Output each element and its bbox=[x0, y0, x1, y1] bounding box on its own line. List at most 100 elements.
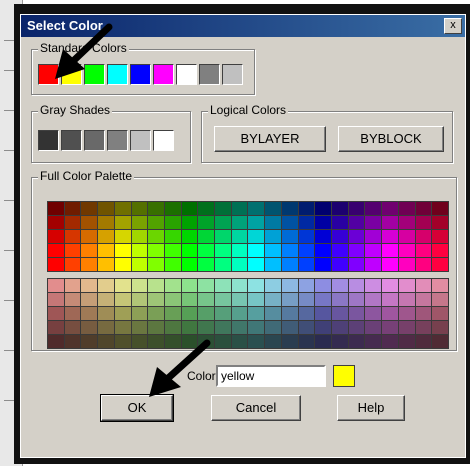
palette-cell[interactable] bbox=[382, 335, 398, 348]
palette-cell[interactable] bbox=[98, 216, 114, 229]
palette-cell[interactable] bbox=[181, 258, 198, 271]
palette-cell[interactable] bbox=[231, 244, 248, 257]
palette-cell[interactable] bbox=[281, 230, 298, 243]
palette-cell[interactable] bbox=[332, 230, 348, 243]
palette-cell[interactable] bbox=[114, 293, 131, 306]
palette-cell[interactable] bbox=[48, 335, 64, 348]
palette-cell[interactable] bbox=[382, 258, 398, 271]
palette-cell[interactable] bbox=[198, 258, 215, 271]
palette-cell[interactable] bbox=[48, 202, 64, 215]
palette-cell[interactable] bbox=[198, 216, 215, 229]
palette-cell[interactable] bbox=[215, 216, 231, 229]
palette-cell[interactable] bbox=[281, 258, 298, 271]
palette-cell[interactable] bbox=[231, 335, 248, 348]
palette-cell[interactable] bbox=[265, 230, 281, 243]
color-swatch[interactable] bbox=[38, 130, 59, 151]
palette-cell[interactable] bbox=[432, 307, 448, 320]
palette-cell[interactable] bbox=[382, 293, 398, 306]
help-button[interactable]: Help bbox=[337, 395, 405, 421]
palette-cell[interactable] bbox=[415, 293, 432, 306]
palette-cell[interactable] bbox=[48, 258, 64, 271]
close-button[interactable]: x bbox=[444, 18, 462, 34]
palette-cell[interactable] bbox=[348, 202, 365, 215]
palette-cell[interactable] bbox=[348, 293, 365, 306]
palette-cell[interactable] bbox=[181, 279, 198, 292]
palette-cell[interactable] bbox=[315, 216, 332, 229]
palette-cell[interactable] bbox=[382, 202, 398, 215]
palette-cell[interactable] bbox=[332, 307, 348, 320]
palette-cell[interactable] bbox=[64, 216, 81, 229]
palette-cell[interactable] bbox=[265, 307, 281, 320]
palette-cell[interactable] bbox=[332, 293, 348, 306]
palette-cell[interactable] bbox=[81, 258, 98, 271]
palette-cell[interactable] bbox=[281, 321, 298, 334]
palette-cell[interactable] bbox=[215, 279, 231, 292]
palette-cell[interactable] bbox=[164, 293, 181, 306]
palette-cell[interactable] bbox=[315, 202, 332, 215]
palette-cell[interactable] bbox=[81, 279, 98, 292]
palette-cell[interactable] bbox=[281, 279, 298, 292]
palette-cell[interactable] bbox=[365, 307, 382, 320]
palette-cell[interactable] bbox=[114, 279, 131, 292]
palette-cell[interactable] bbox=[181, 202, 198, 215]
palette-cell[interactable] bbox=[332, 216, 348, 229]
palette-cell[interactable] bbox=[415, 321, 432, 334]
palette-cell[interactable] bbox=[148, 202, 164, 215]
palette-cell[interactable] bbox=[348, 230, 365, 243]
palette-cell[interactable] bbox=[382, 244, 398, 257]
byblock-button[interactable]: BYBLOCK bbox=[338, 126, 444, 152]
palette-cell[interactable] bbox=[415, 335, 432, 348]
palette-cell[interactable] bbox=[415, 279, 432, 292]
palette-cell[interactable] bbox=[298, 216, 315, 229]
palette-cell[interactable] bbox=[315, 307, 332, 320]
palette-cell[interactable] bbox=[64, 279, 81, 292]
palette-cell[interactable] bbox=[114, 258, 131, 271]
palette-cell[interactable] bbox=[148, 321, 164, 334]
palette-cell[interactable] bbox=[315, 230, 332, 243]
palette-cell[interactable] bbox=[148, 279, 164, 292]
palette-cell[interactable] bbox=[114, 202, 131, 215]
palette-cell[interactable] bbox=[164, 202, 181, 215]
palette-cell[interactable] bbox=[265, 321, 281, 334]
palette-cell[interactable] bbox=[198, 202, 215, 215]
bylayer-button[interactable]: BYLAYER bbox=[214, 126, 326, 152]
palette-cell[interactable] bbox=[348, 216, 365, 229]
palette-cell[interactable] bbox=[198, 230, 215, 243]
palette-cell[interactable] bbox=[398, 335, 415, 348]
palette-cell[interactable] bbox=[348, 279, 365, 292]
palette-cell[interactable] bbox=[281, 307, 298, 320]
palette-cell[interactable] bbox=[415, 244, 432, 257]
palette-cell[interactable] bbox=[315, 293, 332, 306]
palette-cell[interactable] bbox=[265, 258, 281, 271]
palette-cell[interactable] bbox=[432, 244, 448, 257]
palette-cell[interactable] bbox=[114, 307, 131, 320]
palette-cell[interactable] bbox=[382, 279, 398, 292]
palette-cell[interactable] bbox=[215, 335, 231, 348]
palette-cell[interactable] bbox=[198, 244, 215, 257]
palette-cell[interactable] bbox=[248, 307, 265, 320]
palette-cell[interactable] bbox=[81, 216, 98, 229]
color-swatch[interactable] bbox=[199, 64, 220, 85]
palette-cell[interactable] bbox=[432, 279, 448, 292]
palette-cell[interactable] bbox=[48, 216, 64, 229]
palette-cell[interactable] bbox=[98, 293, 114, 306]
palette-cell[interactable] bbox=[64, 293, 81, 306]
palette-cell[interactable] bbox=[64, 321, 81, 334]
palette-cell[interactable] bbox=[81, 293, 98, 306]
palette-cell[interactable] bbox=[64, 335, 81, 348]
palette-cell[interactable] bbox=[131, 321, 148, 334]
palette-cell[interactable] bbox=[114, 216, 131, 229]
palette-cell[interactable] bbox=[298, 230, 315, 243]
palette-cell[interactable] bbox=[81, 202, 98, 215]
palette-cell[interactable] bbox=[48, 279, 64, 292]
palette-cell[interactable] bbox=[114, 244, 131, 257]
palette-cell[interactable] bbox=[298, 293, 315, 306]
palette-cell[interactable] bbox=[348, 307, 365, 320]
palette-cell[interactable] bbox=[231, 216, 248, 229]
palette-cell[interactable] bbox=[365, 321, 382, 334]
palette-cell[interactable] bbox=[365, 244, 382, 257]
color-swatch[interactable] bbox=[222, 64, 243, 85]
palette-cell[interactable] bbox=[365, 335, 382, 348]
palette-cell[interactable] bbox=[415, 258, 432, 271]
palette-cell[interactable] bbox=[131, 293, 148, 306]
